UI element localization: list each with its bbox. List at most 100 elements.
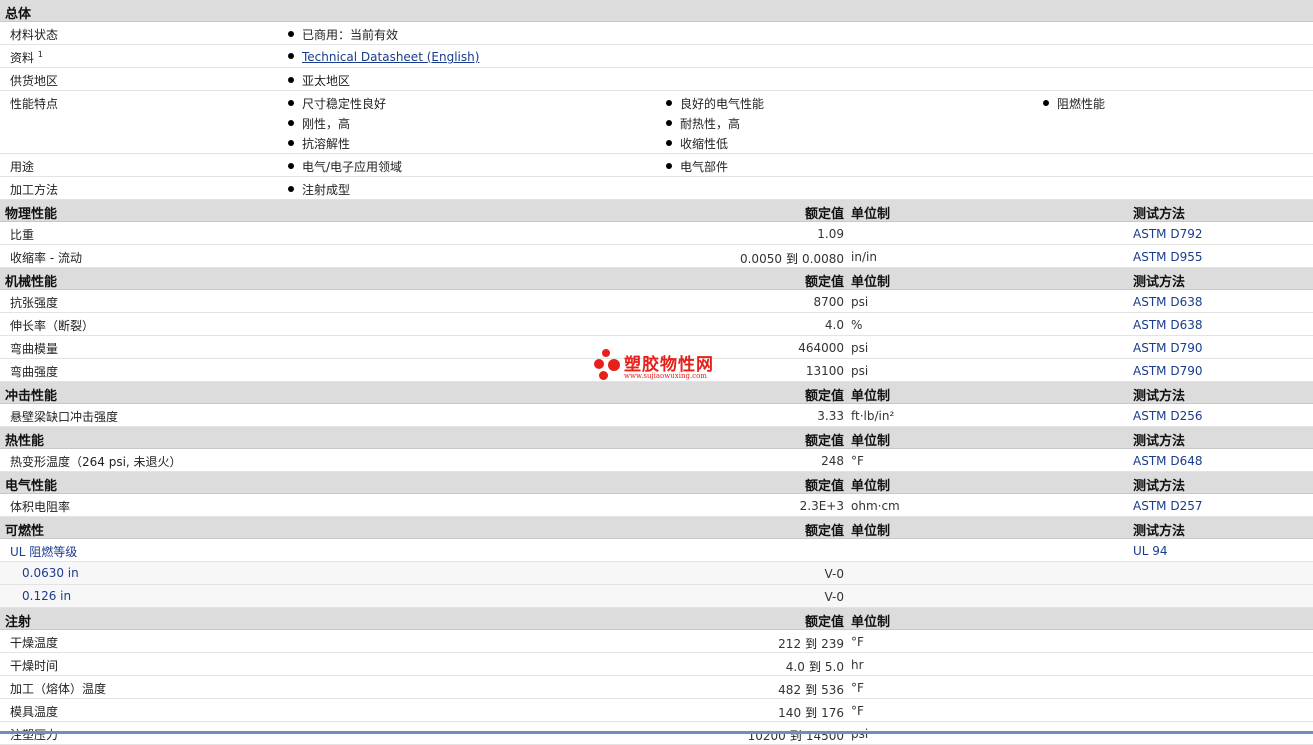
property-unit: hr — [851, 658, 864, 672]
property-label: 0.0630 in — [22, 566, 79, 580]
bullet-icon — [288, 163, 294, 169]
unit-header: 单位制 — [851, 207, 891, 222]
value-header: 额定值 — [804, 524, 844, 539]
general-row-status: 材料状态 已商用：当前有效 — [0, 22, 1313, 45]
property-value: 0.0050 到 0.0080 — [739, 252, 844, 266]
general-row-docs: 资料 1 Technical Datasheet (English) — [0, 45, 1313, 68]
bullet-item: 刚性，高 — [288, 115, 350, 132]
row-label: 资料 1 — [10, 50, 43, 65]
property-value: 4.0 — [824, 318, 844, 332]
property-label: 模具温度 — [10, 705, 59, 719]
test-method: ASTM D648 — [1133, 454, 1203, 468]
section-title: 总体 — [5, 7, 32, 22]
property-sections: 物理性能 额定值 单位制 测试方法 比重 1.09 ASTM D792 收缩率 - 流动 0.0… — [0, 200, 1313, 745]
property-value: 10200 到 14500 — [747, 729, 844, 743]
bullet-icon — [666, 163, 672, 169]
property-unit: psi — [851, 364, 869, 378]
property-row: 收缩率 - 流动 0.0050 到 0.0080 in/in ASTM D955 — [0, 245, 1313, 268]
property-value: 8700 — [813, 295, 844, 309]
test-method: UL 94 — [1133, 544, 1168, 558]
property-row: 加工（熔体）温度 482 到 536 °F — [0, 676, 1313, 699]
row-label: 性能特点 — [10, 97, 59, 111]
section-title: 注射 — [5, 615, 32, 630]
property-unit: psi — [851, 727, 869, 741]
bullet-item: 注射成型 — [288, 181, 350, 198]
property-unit: ft·lb/in² — [851, 409, 895, 423]
property-label: 干燥时间 — [10, 659, 59, 673]
section-title: 电气性能 — [5, 479, 58, 494]
bullet-item[interactable]: Technical Datasheet (English) — [288, 50, 479, 64]
property-value: V-0 — [824, 567, 844, 581]
property-label: 体积电阻率 — [10, 500, 71, 514]
property-value: 3.33 — [817, 409, 844, 423]
property-value: 248 — [821, 454, 844, 468]
property-row: 抗张强度 8700 psi ASTM D638 — [0, 290, 1313, 313]
row-label: 用途 — [10, 160, 35, 174]
general-row-uses: 用途 电气/电子应用领域 电气部件 — [0, 154, 1313, 177]
property-label: 伸长率（断裂） — [10, 319, 95, 333]
property-row: UL 阻燃等级 UL 94 — [0, 539, 1313, 562]
property-row: 模具温度 140 到 176 °F — [0, 699, 1313, 722]
method-header: 测试方法 — [1133, 389, 1186, 404]
bullet-item: 电气/电子应用领域 — [288, 158, 402, 175]
bullet-icon — [666, 120, 672, 126]
value-header: 额定值 — [804, 434, 844, 449]
property-unit: °F — [851, 681, 864, 695]
method-header: 测试方法 — [1133, 479, 1186, 494]
test-method: ASTM D256 — [1133, 409, 1203, 423]
value-header: 额定值 — [804, 615, 844, 630]
section-header: 热性能 额定值 单位制 测试方法 — [0, 427, 1313, 449]
test-method: ASTM D638 — [1133, 295, 1203, 309]
logo-dot-icon — [602, 349, 610, 357]
section-header: 冲击性能 额定值 单位制 测试方法 — [0, 382, 1313, 404]
logo-dot-icon — [599, 371, 608, 380]
property-label: 加工（熔体）温度 — [10, 682, 107, 696]
bullet-icon — [288, 53, 294, 59]
unit-header: 单位制 — [851, 434, 891, 449]
property-label: 悬壁梁缺口冲击强度 — [10, 410, 119, 424]
bullet-item: 良好的电气性能 — [666, 95, 764, 112]
unit-header: 单位制 — [851, 275, 891, 290]
property-row: 热变形温度（264 psi, 未退火） 248 °F ASTM D648 — [0, 449, 1313, 472]
property-row: 体积电阻率 2.3E+3 ohm·cm ASTM D257 — [0, 494, 1313, 517]
section-title: 机械性能 — [5, 275, 58, 290]
property-label: UL 阻燃等级 — [10, 545, 78, 559]
logo-dot-icon — [608, 359, 620, 371]
section-header: 物理性能 额定值 单位制 测试方法 — [0, 200, 1313, 222]
property-label: 0.126 in — [22, 589, 72, 603]
property-value: 4.0 到 5.0 — [785, 660, 844, 674]
section-header: 可燃性 额定值 单位制 测试方法 — [0, 517, 1313, 539]
property-label: 弯曲模量 — [10, 342, 59, 356]
bullet-item: 已商用：当前有效 — [288, 26, 398, 43]
property-value: 212 到 239 — [778, 637, 844, 651]
property-label: 注塑压力 — [10, 728, 59, 742]
bullet-icon — [288, 31, 294, 37]
property-value: 1.09 — [817, 227, 844, 241]
property-row: 0.126 in V-0 — [0, 585, 1313, 608]
datasheet-link[interactable]: Technical Datasheet (English) — [302, 50, 479, 64]
bullet-icon — [666, 140, 672, 146]
method-header: 测试方法 — [1133, 524, 1186, 539]
section-title: 冲击性能 — [5, 389, 58, 404]
property-label: 比重 — [10, 228, 35, 242]
general-row-features: 性能特点 尺寸稳定性良好 良好的电气性能 阻燃性能 刚性，高 耐热性，高 抗溶解… — [0, 91, 1313, 154]
general-row-processing: 加工方法 注射成型 — [0, 177, 1313, 200]
bullet-item: 电气部件 — [666, 158, 728, 175]
bullet-item: 尺寸稳定性良好 — [288, 95, 386, 112]
property-unit: °F — [851, 704, 864, 718]
property-row: 干燥温度 212 到 239 °F — [0, 630, 1313, 653]
property-unit: in/in — [851, 250, 877, 264]
property-unit: ohm·cm — [851, 499, 900, 513]
test-method: ASTM D790 — [1133, 364, 1203, 378]
test-method: ASTM D955 — [1133, 250, 1203, 264]
unit-header: 单位制 — [851, 479, 891, 494]
property-unit: °F — [851, 635, 864, 649]
property-row: 比重 1.09 ASTM D792 — [0, 222, 1313, 245]
method-header: 测试方法 — [1133, 275, 1186, 290]
bullet-icon — [288, 120, 294, 126]
row-label: 加工方法 — [10, 183, 59, 197]
section-title: 热性能 — [5, 434, 45, 449]
section-title: 可燃性 — [5, 524, 45, 539]
property-row: 0.0630 in V-0 — [0, 562, 1313, 585]
property-value: 13100 — [805, 364, 844, 378]
